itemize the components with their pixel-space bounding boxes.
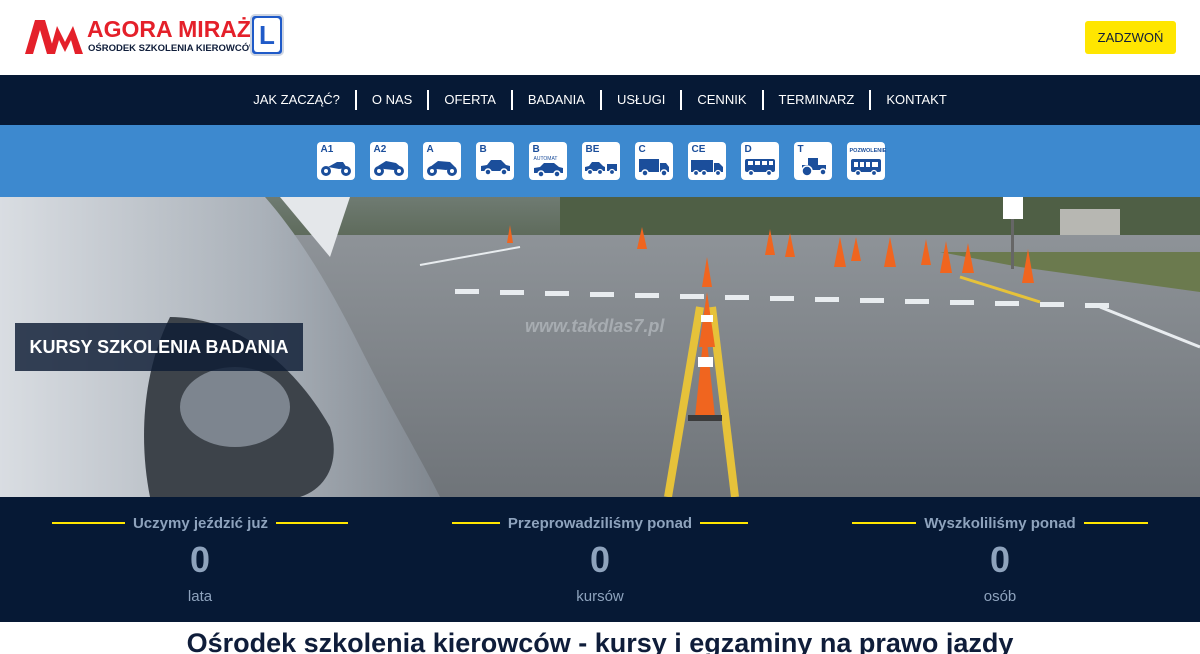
stat-rule <box>276 522 349 524</box>
car-icon <box>480 160 510 176</box>
stat-heading: Uczymy jeździć już <box>51 514 349 532</box>
category-pozwolenie[interactable]: POZWOLENIE <box>846 142 886 180</box>
stat-value: 0 <box>189 539 211 580</box>
stat-unit: osób <box>983 588 1017 605</box>
stat-title: Wyszkoliliśmy ponad <box>924 514 1076 532</box>
stat-courses: Przeprowadziliśmy ponad 0 kursów <box>400 497 800 622</box>
stat-years: Uczymy jeździć już 0 lata <box>0 497 400 622</box>
category-label: A1 <box>320 144 334 155</box>
stat-title: Przeprowadziliśmy ponad <box>507 514 693 532</box>
stat-heading: Przeprowadziliśmy ponad <box>451 514 749 532</box>
logo-mark-icon <box>25 20 83 54</box>
category-label: D <box>744 144 752 155</box>
stat-title: Uczymy jeździć już <box>132 514 269 532</box>
nav-item-terminarz[interactable]: TERMINARZ <box>764 90 870 110</box>
stat-rule <box>1083 522 1148 524</box>
category-label: A <box>426 144 434 155</box>
stat-rule <box>852 522 917 524</box>
scooter-icon <box>320 162 351 176</box>
nav-item-badania[interactable]: BADANIA <box>513 90 600 110</box>
category-b[interactable]: B <box>475 142 514 180</box>
truck-icon <box>638 159 669 177</box>
category-c[interactable]: C <box>634 142 673 180</box>
nav-item-oferta[interactable]: OFERTA <box>429 90 511 110</box>
hero-tagline: KURSY SZKOLENIA BADANIA <box>15 323 303 371</box>
stat-unit: kursów <box>576 588 624 605</box>
nav-item-cennik[interactable]: CENNIK <box>682 90 761 110</box>
category-label: C <box>638 144 646 155</box>
stat-value: 0 <box>989 539 1011 580</box>
category-label: B <box>479 144 487 155</box>
license-categories: A1 A2 A B B AUTOMAT BE C CE D T POZWOLEN… <box>0 125 1200 197</box>
motorcycle-icon <box>373 161 404 176</box>
stat-value: 0 <box>589 539 611 580</box>
category-label: T <box>797 144 804 155</box>
brand-subtitle: OŚRODEK SZKOLENIA KIEROWCÓW <box>88 43 259 54</box>
stat-rule <box>700 522 749 524</box>
category-t[interactable]: T <box>793 142 832 180</box>
category-label: CE <box>691 144 706 155</box>
category-a[interactable]: A <box>422 142 461 180</box>
category-d[interactable]: D <box>740 142 779 180</box>
stat-unit: lata <box>187 588 213 605</box>
main-nav: JAK ZACZĄĆ? O NAS OFERTA BADANIA USŁUGI … <box>0 75 1200 125</box>
learner-badge-icon: L <box>250 14 284 56</box>
page-title: Ośrodek szkolenia kierowców - kursy i eg… <box>186 628 1014 654</box>
nav-item-uslugi[interactable]: USŁUGI <box>602 90 680 110</box>
category-label: A2 <box>373 144 387 155</box>
stat-heading: Wyszkoliliśmy ponad <box>852 514 1148 532</box>
category-b-automat[interactable]: B AUTOMAT <box>528 142 567 180</box>
hero-banner: www.takdlas7.pl KURSY SZKOLENIA BADANIA <box>0 197 1200 497</box>
nav-item-jak-zaczac[interactable]: JAK ZACZĄĆ? <box>238 90 355 110</box>
category-be[interactable]: BE <box>581 142 620 180</box>
nav-item-kontakt[interactable]: KONTAKT <box>871 90 961 110</box>
car-trailer-icon <box>584 162 617 176</box>
call-button[interactable]: ZADZWOŃ <box>1085 21 1176 54</box>
site-header: AGORA MIRAŻ OŚRODEK SZKOLENIA KIEROWCÓW … <box>0 0 1200 75</box>
brand-title: AGORA MIRAŻ <box>87 16 251 42</box>
category-label: BE <box>585 144 600 155</box>
watermark-text: www.takdlas7.pl <box>525 316 665 336</box>
logo[interactable]: AGORA MIRAŻ OŚRODEK SZKOLENIA KIEROWCÓW … <box>25 14 287 58</box>
category-a2[interactable]: A2 <box>369 142 408 180</box>
tram-icon <box>850 159 881 177</box>
stats-section: Uczymy jeździć już 0 lata Przeprowadzili… <box>0 497 1200 622</box>
tractor-icon <box>800 158 827 177</box>
learner-badge-letter: L <box>254 18 280 52</box>
stat-trained: Wyszkoliliśmy ponad 0 osób <box>800 497 1200 622</box>
bus-icon <box>744 159 775 177</box>
stat-rule <box>451 522 500 524</box>
category-label: B <box>532 144 540 155</box>
car-icon <box>533 163 563 178</box>
stat-rule <box>51 522 125 524</box>
category-ce[interactable]: CE <box>687 142 726 180</box>
motorcycle-icon <box>426 161 457 176</box>
category-a1[interactable]: A1 <box>316 142 355 180</box>
nav-item-o-nas[interactable]: O NAS <box>357 90 427 110</box>
truck-trailer-icon <box>690 160 723 177</box>
